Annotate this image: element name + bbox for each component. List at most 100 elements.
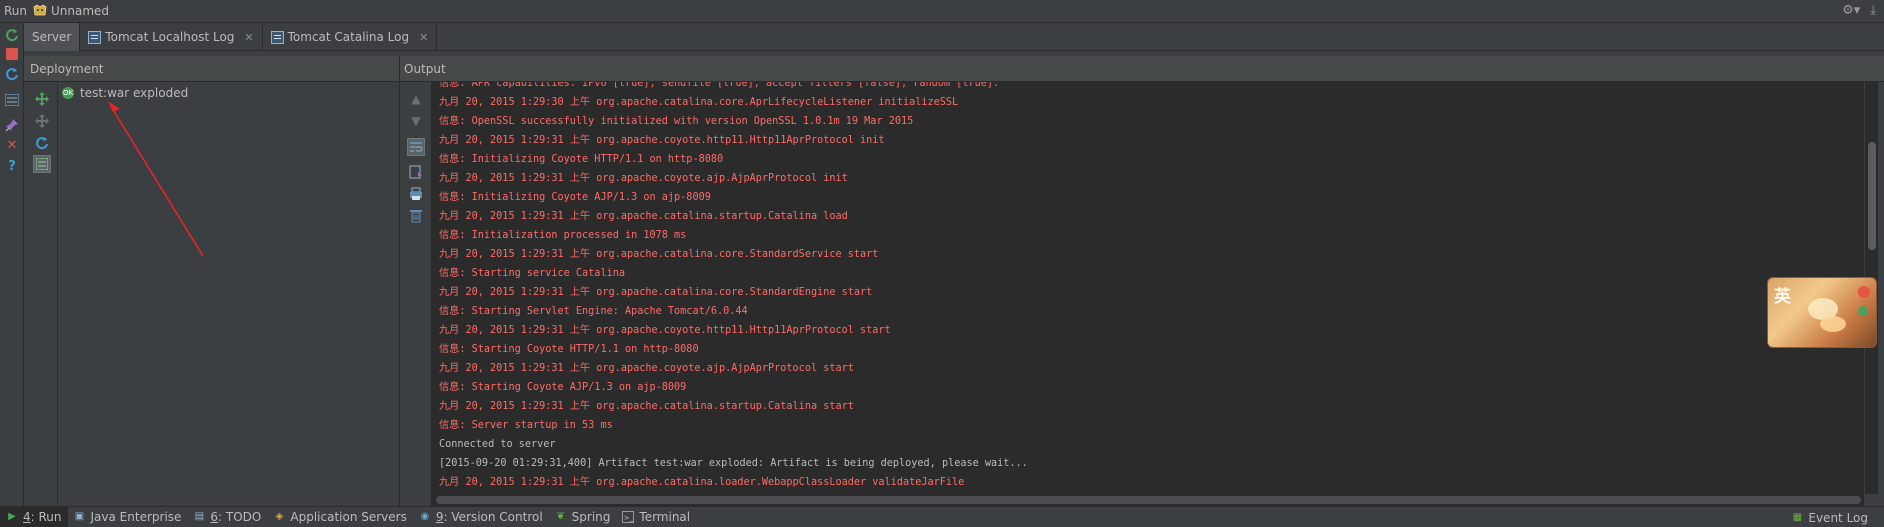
undeploy-icon[interactable]	[33, 112, 51, 130]
statusbar-item-terminal[interactable]: >_ Terminal	[616, 507, 696, 527]
output-header: Output	[400, 56, 1884, 82]
vcs-icon: ◉	[420, 511, 430, 522]
statusbar-item-num: 4	[23, 510, 31, 524]
todo-icon: ▤	[194, 511, 205, 522]
stop-icon[interactable]	[4, 46, 20, 62]
statusbar-item-label: Java Enterprise	[90, 510, 182, 524]
ime-language-char: 英	[1774, 287, 1791, 307]
event-log-icon: ▦	[1792, 511, 1803, 523]
statusbar-item-label: Spring	[571, 510, 611, 524]
run-config-name: Unnamed	[51, 4, 110, 18]
close-icon[interactable]: ✕	[419, 31, 428, 44]
statusbar-item-label: Application Servers	[290, 510, 407, 524]
tab-label: Server	[32, 30, 72, 44]
close-icon[interactable]: ✕	[244, 31, 253, 44]
run-icon: ▶	[8, 511, 16, 522]
console-line: 信息: APR capabilities: IPv6 [true], sendf…	[439, 82, 1000, 89]
statusbar-item-application-servers[interactable]: ◈ Application Servers	[267, 507, 412, 527]
deployment-header: Deployment	[24, 56, 399, 82]
hide-icon[interactable]: ⤓	[1870, 3, 1876, 18]
statusbar-item-run[interactable]: ▶ 4: Run	[0, 506, 68, 527]
scrollbar-thumb[interactable]	[1868, 142, 1876, 250]
console-line: 九月 20, 2015 1:29:31 上午 org.apache.catali…	[439, 477, 965, 488]
tomcat-icon	[33, 4, 47, 18]
run-left-toolbar: ✕ ?	[0, 23, 24, 506]
console-line: 信息: Server startup in 53 ms	[439, 420, 613, 431]
up-arrow-icon[interactable]: ▲	[407, 90, 425, 108]
output-toolbar: ▲ ▼	[400, 82, 432, 506]
statusbar-item-version-control[interactable]: ◉ 9: Version Control	[413, 507, 549, 527]
tab-label: Tomcat Catalina Log	[287, 30, 410, 44]
console-line: 信息: Starting Coyote AJP/1.3 on ajp-8009	[439, 382, 687, 393]
log-icon	[270, 30, 284, 44]
console-line: 九月 20, 2015 1:29:31 上午 org.apache.coyote…	[439, 135, 885, 146]
gear-icon[interactable]: ⚙▾	[1842, 3, 1860, 18]
run-titlebar: Run Unnamed ⚙▾ ⤓	[0, 0, 1884, 23]
console-line: 九月 20, 2015 1:29:31 上午 org.apache.catali…	[439, 287, 873, 298]
down-arrow-icon[interactable]: ▼	[407, 112, 425, 130]
bottom-tool-window-bar: ▶ 4: Run ▣ Java Enterprise ▤ 6: TODO ◈ A…	[0, 506, 1884, 527]
green-dot-icon	[1858, 306, 1868, 316]
app-servers-icon: ◈	[275, 511, 284, 522]
terminal-icon: >_	[622, 511, 635, 523]
tab-server[interactable]: Server	[24, 23, 81, 51]
deployment-toolbar	[24, 82, 58, 506]
console-line: 信息: Starting service Catalina	[439, 268, 625, 279]
tab-tomcat-localhost-log[interactable]: Tomcat Localhost Log ✕	[80, 23, 263, 51]
console-line: Connected to server	[439, 439, 556, 450]
console-line: 九月 20, 2015 1:29:31 上午 org.apache.coyote…	[439, 363, 854, 374]
console-line: 九月 20, 2015 1:29:31 上午 org.apache.coyote…	[439, 325, 891, 336]
scroll-to-end-icon[interactable]	[407, 163, 425, 181]
statusbar-item-spring[interactable]: ❦ Spring	[549, 507, 617, 527]
console-lines: 信息: APR capabilities: IPv6 [true], sendf…	[439, 82, 1028, 492]
statusbar-item-event-log[interactable]: ▦ Event Log	[1785, 507, 1874, 527]
red-dot-icon	[1858, 286, 1870, 298]
console-line: 信息: OpenSSL successfully initialized wit…	[439, 116, 914, 127]
console-line: 九月 20, 2015 1:29:31 上午 org.apache.catali…	[439, 249, 879, 260]
statusbar-item-label: : TODO	[218, 510, 262, 524]
ime-floating-widget[interactable]: 英	[1767, 277, 1877, 348]
console-output[interactable]: 信息: APR capabilities: IPv6 [true], sendf…	[432, 82, 1864, 494]
statusbar-item-todo[interactable]: ▤ 6: TODO	[187, 507, 267, 527]
statusbar-item-java-enterprise[interactable]: ▣ Java Enterprise	[68, 507, 188, 527]
console-line: [2015-09-20 01:29:31,400] Artifact test:…	[439, 458, 1028, 469]
deploy-all-icon[interactable]	[33, 90, 51, 108]
statusbar-item-label: : Version Control	[443, 510, 543, 524]
tab-tomcat-catalina-log[interactable]: Tomcat Catalina Log ✕	[263, 23, 438, 51]
annotation-arrow-icon	[108, 101, 204, 257]
log-icon	[88, 30, 102, 44]
tab-label: Tomcat Localhost Log	[105, 30, 235, 44]
spring-icon: ❦	[556, 511, 565, 522]
statusbar-item-num: 9	[435, 510, 444, 524]
statusbar-item-label: Event Log	[1808, 510, 1868, 525]
rerun-icon[interactable]	[4, 27, 20, 43]
dump-threads-icon[interactable]	[4, 92, 20, 108]
console-line: 九月 20, 2015 1:29:30 上午 org.apache.catali…	[439, 97, 959, 108]
close-icon[interactable]: ✕	[4, 138, 20, 154]
java-enterprise-icon: ▣	[74, 511, 85, 522]
horizontal-scrollbar[interactable]	[432, 494, 1864, 506]
statusbar-item-label: Terminal	[639, 510, 691, 524]
statusbar-item-label: : Run	[30, 510, 62, 524]
console-line: 信息: Initialization processed in 1078 ms	[439, 230, 687, 241]
console-line: 信息: Initializing Coyote AJP/1.3 on ajp-8…	[439, 192, 711, 203]
clear-icon[interactable]	[407, 207, 425, 225]
console-line: 信息: Initializing Coyote HTTP/1.1 on http…	[439, 154, 724, 165]
console-line: 九月 20, 2015 1:29:31 上午 org.apache.coyote…	[439, 173, 848, 184]
console-line: 信息: Starting Coyote HTTP/1.1 on http-808…	[439, 344, 699, 355]
scrollbar-thumb[interactable]	[436, 496, 1861, 504]
redeploy-icon[interactable]	[33, 134, 51, 152]
update-icon[interactable]	[4, 66, 20, 82]
help-icon[interactable]: ?	[4, 159, 20, 175]
print-icon[interactable]	[407, 185, 425, 203]
pin-icon[interactable]	[4, 117, 20, 133]
flower-icon	[1820, 316, 1846, 332]
ok-status-icon: OK	[62, 87, 74, 99]
statusbar-item-num: 6	[210, 510, 219, 524]
console-gutter	[432, 82, 434, 494]
show-details-icon[interactable]	[33, 155, 51, 173]
console-line: 九月 20, 2015 1:29:31 上午 org.apache.catali…	[439, 211, 848, 222]
run-tabs: Server Tomcat Localhost Log ✕ Tomcat Cat…	[24, 23, 1884, 51]
soft-wrap-icon[interactable]	[407, 138, 425, 156]
console-line: 九月 20, 2015 1:29:31 上午 org.apache.catali…	[439, 401, 854, 412]
